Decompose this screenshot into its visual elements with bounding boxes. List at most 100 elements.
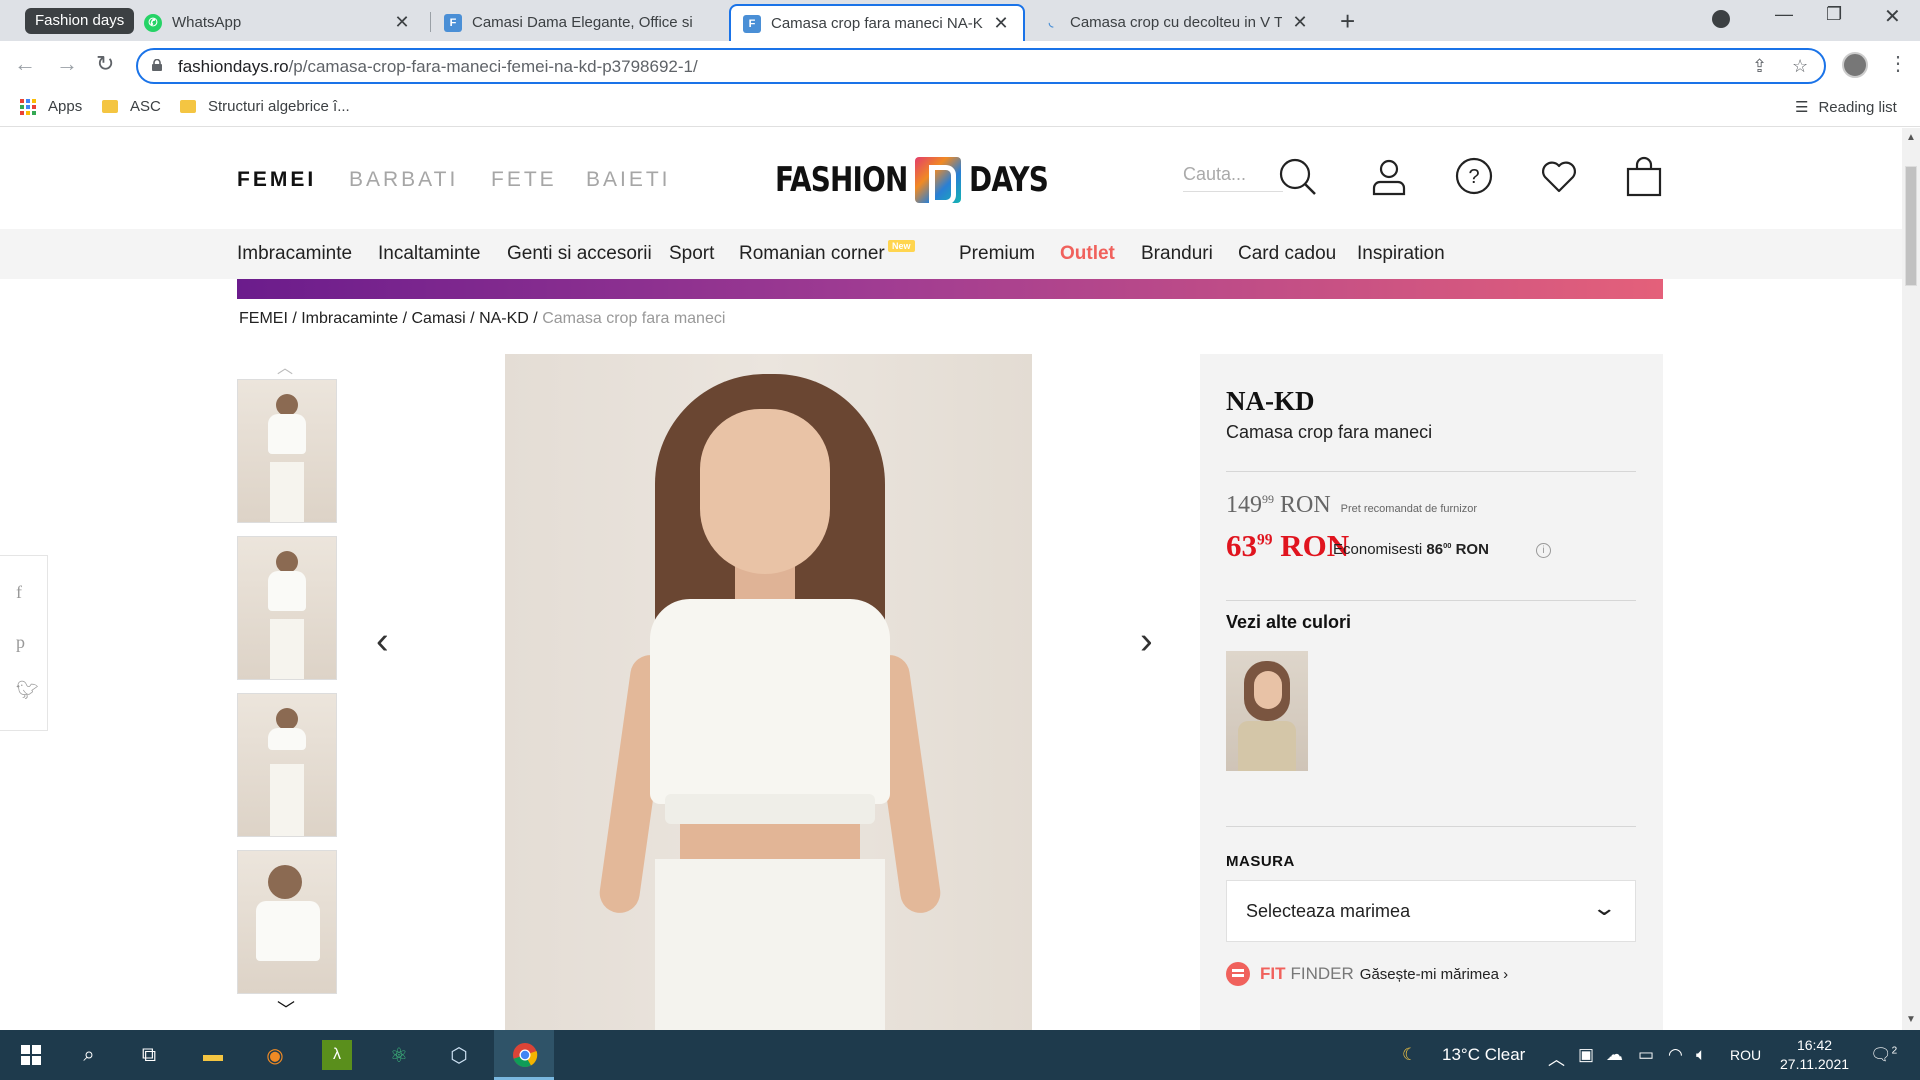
forward-icon[interactable]: → [56,51,78,77]
bookmark-asc[interactable]: ASC [102,98,161,115]
nav-gender-baieti[interactable]: BAIETI [586,168,671,192]
tab-group-chip[interactable]: Fashion days [25,8,135,34]
weather-moon-icon[interactable]: ☾ [1402,1045,1417,1065]
close-tab-icon[interactable]: ✕ [392,12,412,33]
search-icon[interactable]: ⌕ [74,1040,104,1070]
bookmark-apps[interactable]: Apps [20,98,82,115]
scrollbar-thumb[interactable] [1905,166,1917,286]
close-tab-icon[interactable]: ✕ [991,13,1011,34]
virtualbox-icon[interactable]: ⬡ [444,1040,474,1070]
carousel-next-icon[interactable]: › [1140,620,1153,663]
cat-genti-accesorii[interactable]: Genti si accesorii [507,243,652,265]
reload-icon[interactable]: ↻ [96,51,114,77]
tray-overflow-icon[interactable]: ︿ [1548,1045,1565,1070]
size-select-value: Selecteaza marimea [1246,901,1411,921]
bookmark-structuri[interactable]: Structuri algebrice î... [180,98,350,115]
tab-camasa-crop-active[interactable]: F Camasa crop fara maneci NA-KD ✕ [729,4,1025,41]
breadcrumb-camasi[interactable]: Camasi [412,310,466,327]
info-icon[interactable]: i [1536,543,1551,558]
search-icon[interactable] [1277,156,1319,198]
menu-kebab-icon[interactable]: ⋮ [1888,51,1908,76]
restore-icon[interactable]: ❐ [1826,4,1842,25]
account-icon[interactable] [1368,156,1410,198]
cat-outlet[interactable]: Outlet [1060,243,1115,265]
lambda-app-icon[interactable]: λ [322,1040,352,1070]
product-thumbnail[interactable] [237,379,337,523]
cat-incaltaminte[interactable]: Incaltaminte [378,243,480,265]
file-explorer-icon[interactable]: ▬ [198,1040,228,1070]
atom-icon[interactable]: ⚛ [384,1040,414,1070]
pinterest-icon[interactable]: p [16,632,25,653]
back-icon[interactable]: ← [14,51,36,77]
meet-icon[interactable]: ▣ [1578,1045,1594,1065]
thumbnails-up-chevron-icon[interactable]: ︿ [277,354,293,378]
nav-gender-barbati[interactable]: BARBATI [349,168,458,192]
carousel-prev-icon[interactable]: ‹ [376,620,389,663]
color-variant-thumbnail[interactable] [1226,651,1308,771]
tab-camasa-decolteu[interactable]: ◟ Camasa crop cu decolteu in V Tre ✕ [1030,4,1322,41]
profile-avatar[interactable] [1842,52,1868,78]
weather-text[interactable]: 13°C Clear [1442,1045,1525,1065]
scroll-down-icon[interactable]: ▼ [1906,1014,1916,1025]
savings-int: 86 [1426,541,1444,558]
bookmark-star-icon[interactable]: ☆ [1792,56,1808,77]
new-tab-button[interactable]: + [1340,6,1355,37]
product-brand[interactable]: NA-KD [1226,386,1315,417]
facebook-icon[interactable]: f [16,582,22,603]
help-icon[interactable]: ? [1453,156,1495,198]
nav-gender-fete[interactable]: FETE [491,168,557,192]
shopping-bag-icon[interactable] [1623,156,1665,198]
product-thumbnail[interactable] [237,536,337,680]
promo-banner[interactable] [237,279,1663,299]
reading-list-button[interactable]: ☰ Reading list [1795,98,1897,117]
heart-wishlist-icon[interactable] [1538,156,1580,198]
browser-toolbar: ← → ↻ fashiondays.ro/p/camasa-crop-fara-… [0,41,1920,89]
cat-premium[interactable]: Premium [959,243,1035,265]
tab-strip: Fashion days ✆ WhatsApp ✕ F Camasi Dama … [0,0,1920,41]
fit-finder-link[interactable]: FIT FINDER Găsește-mi mărimea › [1226,962,1508,986]
chrome-icon[interactable] [510,1040,540,1070]
breadcrumb-imbracaminte[interactable]: Imbracaminte [301,310,398,327]
size-select[interactable]: Selecteaza marimea ⌄ [1226,880,1636,942]
tab-camasi-dama[interactable]: F Camasi Dama Elegante, Office si [432,4,728,41]
tab-whatsapp[interactable]: ✆ WhatsApp ✕ [132,4,424,41]
task-view-icon[interactable]: ⧉ [134,1040,164,1070]
minimize-icon[interactable]: — [1775,4,1793,25]
system-clock[interactable]: 16:42 27.11.2021 [1780,1036,1849,1074]
breadcrumb-femei[interactable]: FEMEI [239,310,288,327]
fit-finder-word-finder: FINDER [1290,964,1354,983]
windows-start-icon[interactable] [16,1040,46,1070]
address-bar[interactable]: fashiondays.ro/p/camasa-crop-fara-maneci… [136,48,1826,84]
tab-search-icon[interactable] [1712,10,1730,28]
nav-gender-femei[interactable]: FEMEI [237,168,316,192]
volume-icon[interactable]: 🔈︎ [1696,1045,1706,1065]
product-thumbnail[interactable] [237,693,337,837]
share-icon[interactable]: ⇪ [1752,56,1767,77]
thumbnails-down-chevron-icon[interactable]: ﹀ [277,996,295,1022]
breadcrumb-brand[interactable]: NA-KD [479,310,529,327]
product-thumbnail[interactable] [237,850,337,994]
product-main-image[interactable] [505,354,1032,1030]
folder-icon [180,100,196,113]
breadcrumb: FEMEI / Imbracaminte / Camasi / NA-KD / … [239,310,726,327]
cat-sport[interactable]: Sport [669,243,714,265]
blender-icon[interactable]: ◉ [260,1040,290,1070]
input-language[interactable]: ROU [1730,1047,1761,1063]
close-window-icon[interactable]: ✕ [1884,4,1901,29]
onedrive-icon[interactable]: ☁ [1606,1045,1623,1065]
fashion-days-logo[interactable]: FASHION DAYS [775,156,1065,205]
battery-icon[interactable]: ▭ [1638,1045,1654,1065]
cat-inspiration[interactable]: Inspiration [1357,243,1445,265]
cat-romanian-corner[interactable]: Romanian corner [739,243,885,265]
wifi-icon[interactable]: ◠ [1668,1045,1683,1065]
bookmark-label: Apps [48,98,83,115]
page-scrollbar[interactable]: ▲ ▼ [1902,128,1920,1030]
cat-imbracaminte[interactable]: Imbracaminte [237,243,352,265]
scroll-up-icon[interactable]: ▲ [1906,132,1916,143]
notifications-icon[interactable]: 🗨︎2 [1870,1045,1897,1065]
twitter-icon[interactable]: 🐦︎ [16,680,39,701]
cat-branduri[interactable]: Branduri [1141,243,1213,265]
search-input[interactable]: Cauta... [1183,164,1283,192]
close-tab-icon[interactable]: ✕ [1290,12,1310,33]
cat-card-cadou[interactable]: Card cadou [1238,243,1336,265]
